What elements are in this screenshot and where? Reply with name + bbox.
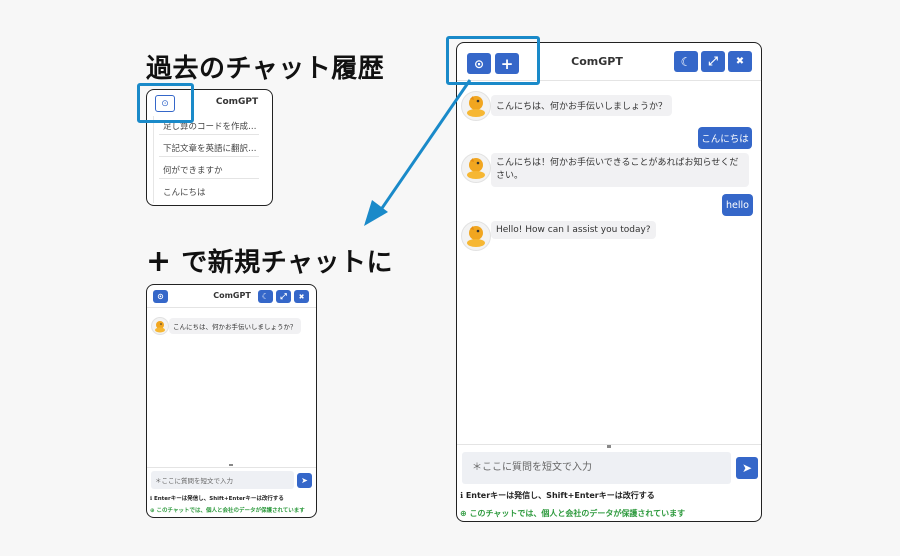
pointer-arrow: [364, 79, 472, 226]
